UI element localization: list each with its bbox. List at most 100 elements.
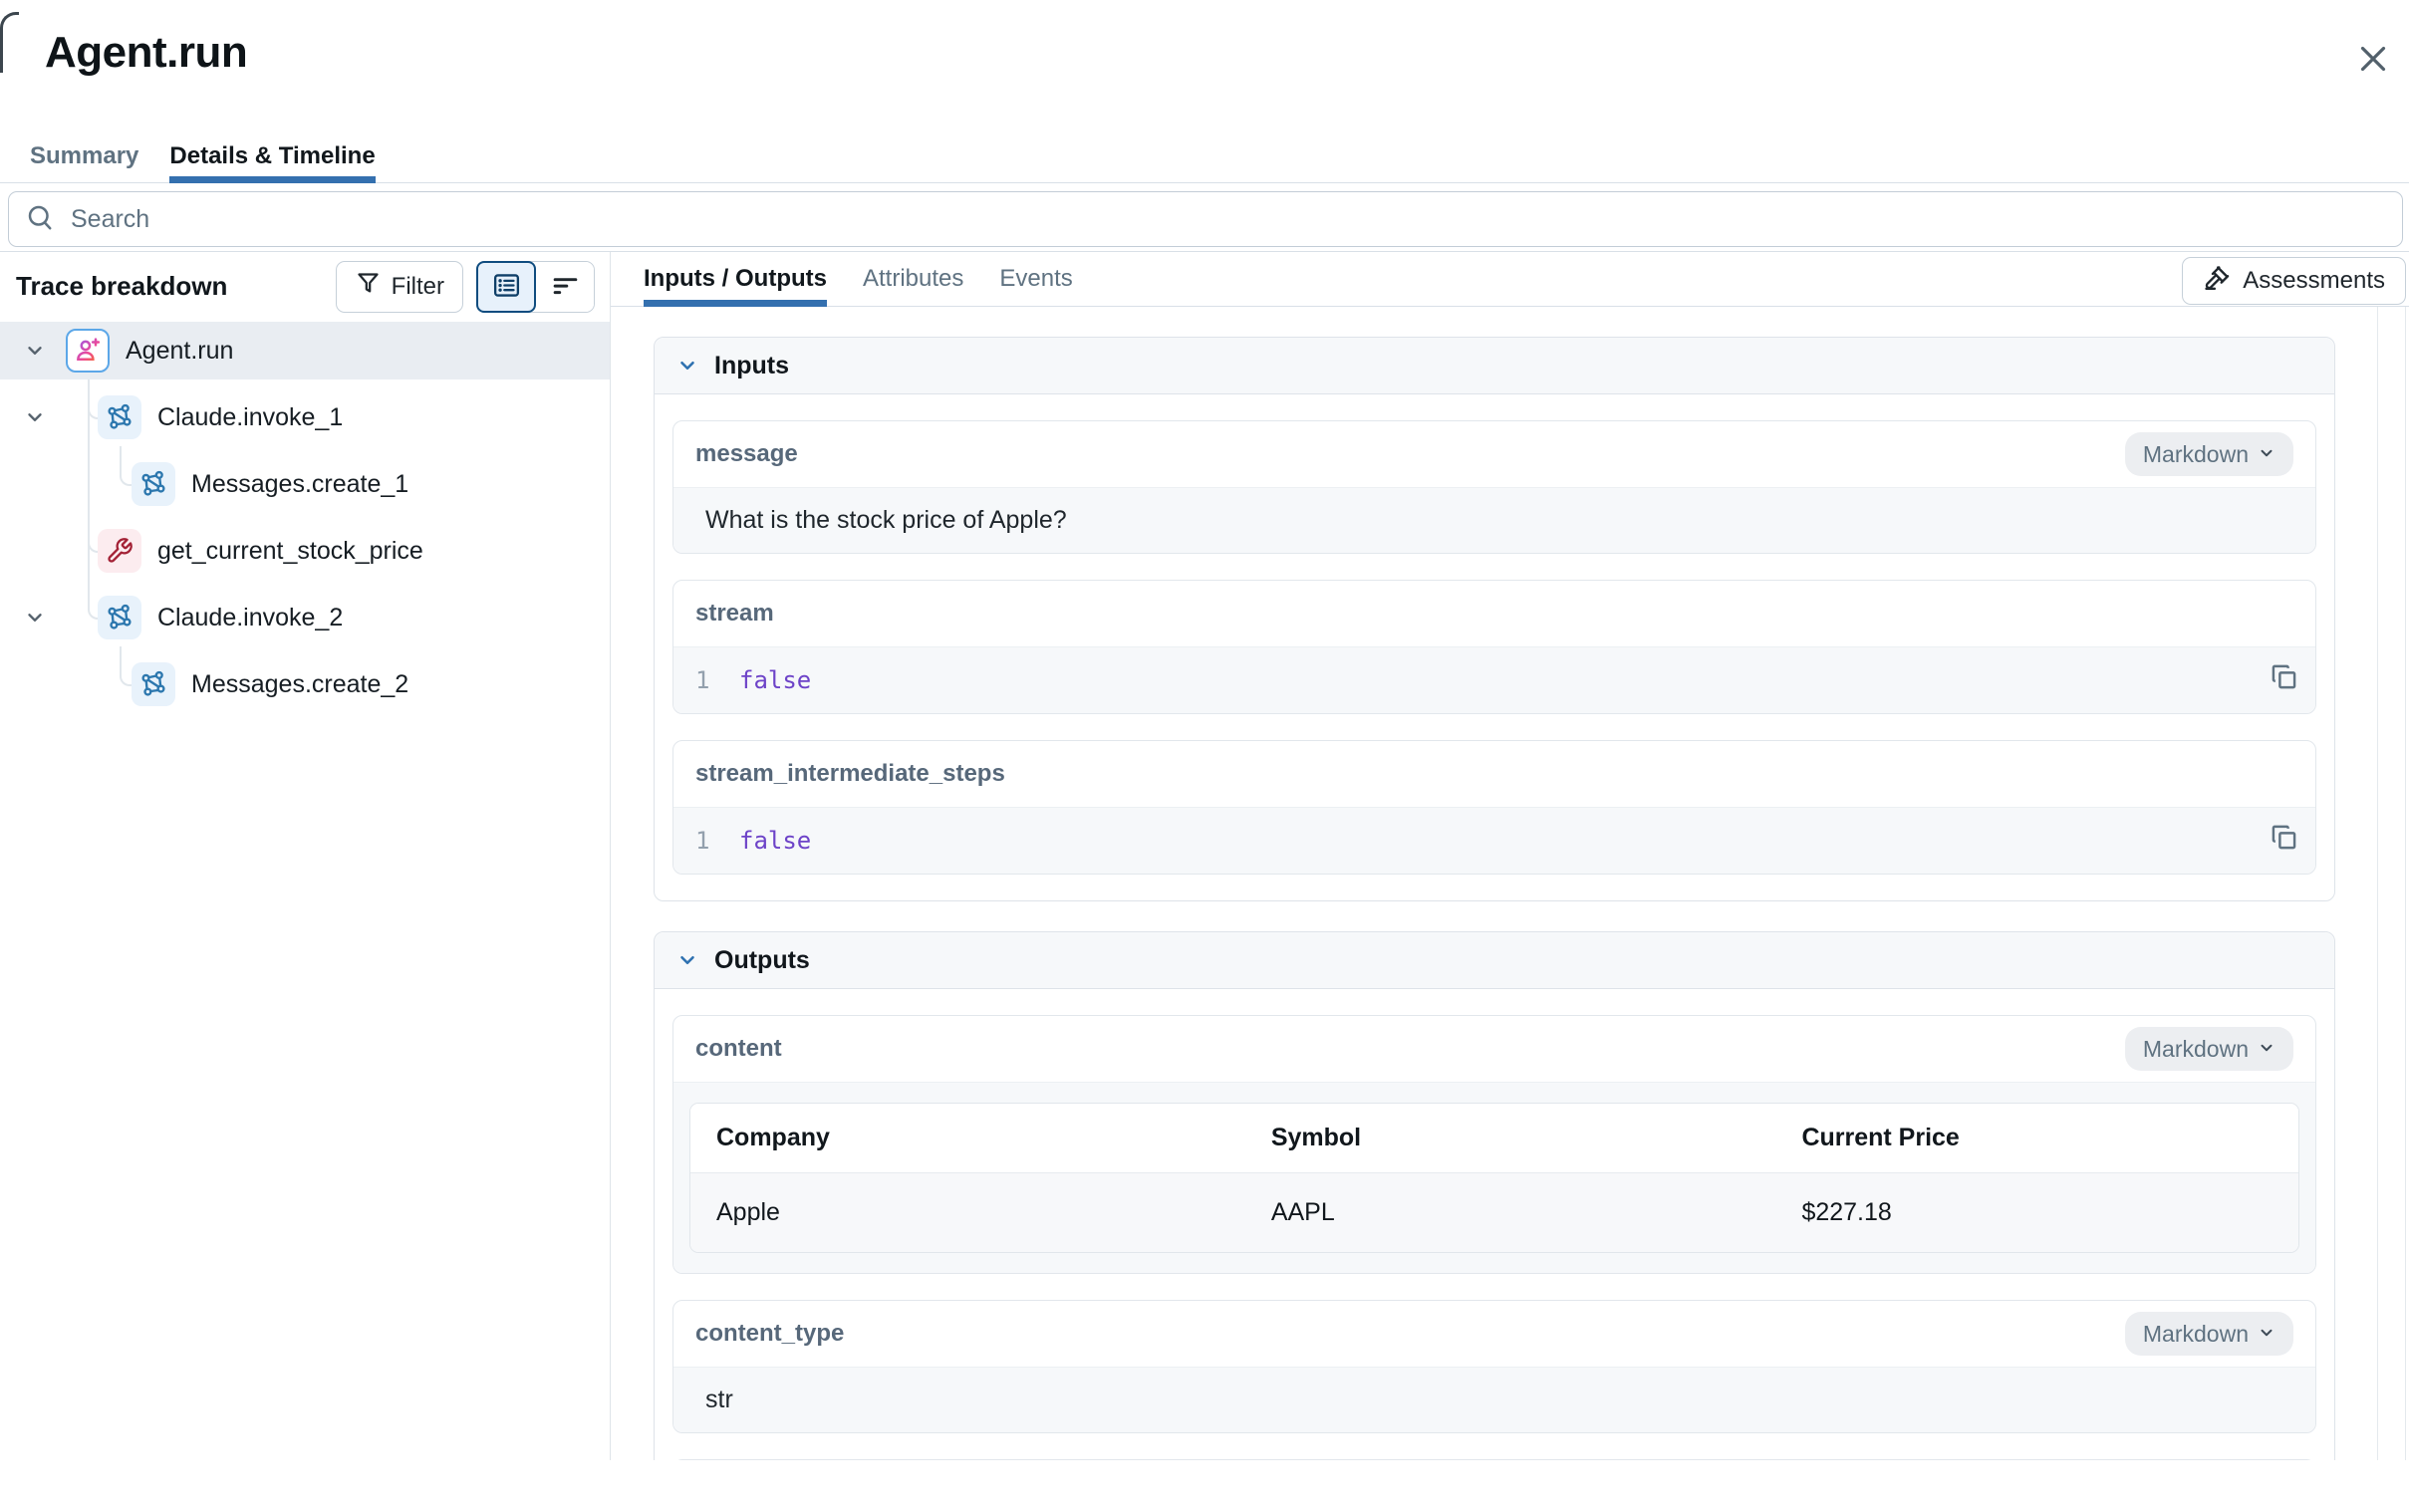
chevron-down-icon — [2258, 1036, 2275, 1063]
chevron-down-icon — [2258, 441, 2275, 468]
span-detail-panel: Inputs / Outputs Attributes Events Assessm… — [611, 252, 2409, 1460]
assessments-label: Assessments — [2243, 267, 2385, 295]
table-header-cell: Symbol — [1245, 1104, 1776, 1173]
search-box[interactable] — [8, 191, 2403, 247]
tree-row[interactable]: Agent.run — [0, 322, 610, 379]
model-icon — [98, 596, 141, 639]
top-tab-0[interactable]: Summary — [30, 129, 138, 182]
copy-button[interactable] — [2269, 661, 2299, 695]
chevron-down-icon[interactable] — [24, 340, 46, 362]
field-name: stream_intermediate_steps — [695, 760, 1005, 788]
renderer-select[interactable]: Markdown — [2125, 1312, 2293, 1356]
detail-tab-1[interactable]: Attributes — [863, 252, 963, 306]
section-title: Inputs — [714, 352, 789, 380]
code-block: 1false — [673, 647, 2315, 713]
table-cell: $227.18 — [1775, 1173, 2298, 1253]
field-content_type: content_type Markdown str — [672, 1300, 2316, 1433]
tree-row-label: get_current_stock_price — [157, 537, 423, 566]
copy-button[interactable] — [2269, 822, 2299, 856]
field-header: stream_intermediate_steps — [673, 741, 2315, 807]
tree-row[interactable]: Messages.create_2 — [0, 655, 610, 713]
detail-tab-0[interactable]: Inputs / Outputs — [644, 252, 827, 306]
code-block: 1false — [673, 808, 2315, 874]
model-icon — [132, 662, 175, 706]
agent-icon — [66, 329, 110, 373]
timeline-view-button[interactable] — [536, 262, 594, 312]
renderer-label: Markdown — [2143, 1321, 2249, 1348]
assessments-button[interactable]: Assessments — [2182, 257, 2406, 305]
filter-button[interactable]: Filter — [336, 261, 463, 313]
tree-row-label: Messages.create_1 — [191, 470, 408, 499]
copy-icon — [2269, 822, 2299, 856]
section-header[interactable]: Inputs — [655, 338, 2334, 394]
field-name: stream — [695, 600, 774, 628]
filter-label: Filter — [392, 273, 444, 301]
section-header[interactable]: Outputs — [655, 932, 2334, 989]
detail-tab-2[interactable]: Events — [999, 252, 1072, 306]
table-cell: Apple — [690, 1173, 1245, 1253]
chevron-down-icon[interactable] — [24, 406, 46, 428]
search-input[interactable] — [69, 204, 2386, 235]
chevron-down-icon — [2258, 1321, 2275, 1348]
trace-toolbar: Trace breakdown Filter — [0, 252, 610, 321]
field-value-area: CompanySymbolCurrent PriceAppleAAPL$227.… — [673, 1082, 2315, 1273]
section-body: message Markdown What is the stock price o… — [655, 394, 2334, 900]
renderer-label: Markdown — [2143, 1036, 2249, 1063]
tree-row-label: Claude.invoke_1 — [157, 403, 343, 432]
model-icon — [132, 462, 175, 506]
close-icon — [2355, 41, 2391, 80]
view-toggle-group — [476, 261, 595, 313]
renderer-select[interactable]: Markdown — [2125, 432, 2293, 476]
field-value-area: str — [673, 1367, 2315, 1432]
content-table: CompanySymbolCurrent PriceAppleAAPL$227.… — [690, 1104, 2298, 1252]
field-value-area: What is the stock price of Apple? — [673, 487, 2315, 553]
field-name: content_type — [695, 1320, 844, 1348]
scrollbar-track[interactable] — [2377, 307, 2406, 1460]
tree-row[interactable]: get_current_stock_price — [0, 522, 610, 580]
top-tab-1[interactable]: Details & Timeline — [169, 129, 375, 182]
tree-row-label: Messages.create_2 — [191, 670, 408, 699]
field-value-area: 1false — [673, 646, 2315, 713]
chevron-down-icon[interactable] — [24, 607, 46, 629]
list-details-view-button[interactable] — [476, 261, 536, 313]
tool-icon — [98, 529, 141, 573]
gavel-icon — [2203, 264, 2231, 299]
trace-drawer: Agent.run Summary Details & Timeline Trac… — [0, 0, 2409, 1512]
tree-row[interactable]: Claude.invoke_1 — [0, 388, 610, 446]
renderer-label: Markdown — [2143, 441, 2249, 468]
field-value: What is the stock price of Apple? — [673, 488, 2315, 553]
copy-icon — [2269, 661, 2299, 695]
page-title: Agent.run — [45, 28, 247, 78]
tree-row-label: Agent.run — [126, 337, 233, 366]
model-icon — [98, 395, 141, 439]
search-icon — [25, 202, 55, 237]
tree-row[interactable]: Messages.create_1 — [0, 455, 610, 513]
detail-tab-bar: Inputs / Outputs Attributes Events — [611, 252, 2409, 307]
code-value: false — [739, 826, 811, 856]
list-details-icon — [491, 270, 522, 304]
table-cell: AAPL — [1245, 1173, 1776, 1253]
drawer-header: Agent.run — [0, 0, 2409, 129]
close-button[interactable] — [2349, 36, 2397, 84]
section-inputs: Inputs message Markdown What is the stock p… — [654, 337, 2335, 901]
field-value: str — [673, 1368, 2315, 1432]
detail-scroll-area: Inputs message Markdown What is the stock p… — [611, 307, 2409, 1460]
field-stream: stream 1false — [672, 580, 2316, 714]
field-metrics: metrics — [672, 1459, 2316, 1460]
search-row — [0, 183, 2409, 252]
chevron-down-icon — [676, 949, 698, 971]
field-name: message — [695, 440, 798, 468]
tree-row[interactable]: Claude.invoke_2 — [0, 589, 610, 646]
chevron-down-icon — [676, 355, 698, 377]
main-content: Trace breakdown Filter — [0, 252, 2409, 1460]
line-number: 1 — [695, 826, 739, 856]
field-stream_intermediate_steps: stream_intermediate_steps 1false — [672, 740, 2316, 875]
table-header-cell: Current Price — [1775, 1104, 2298, 1173]
field-value-area: 1false — [673, 807, 2315, 874]
tree-row-label: Claude.invoke_2 — [157, 604, 343, 632]
field-name: content — [695, 1035, 782, 1063]
trace-tree: Agent.run Claude.invoke_1 Messages.create_… — [0, 321, 610, 713]
renderer-select[interactable]: Markdown — [2125, 1027, 2293, 1071]
field-header: content Markdown — [673, 1016, 2315, 1082]
field-header: message Markdown — [673, 421, 2315, 487]
